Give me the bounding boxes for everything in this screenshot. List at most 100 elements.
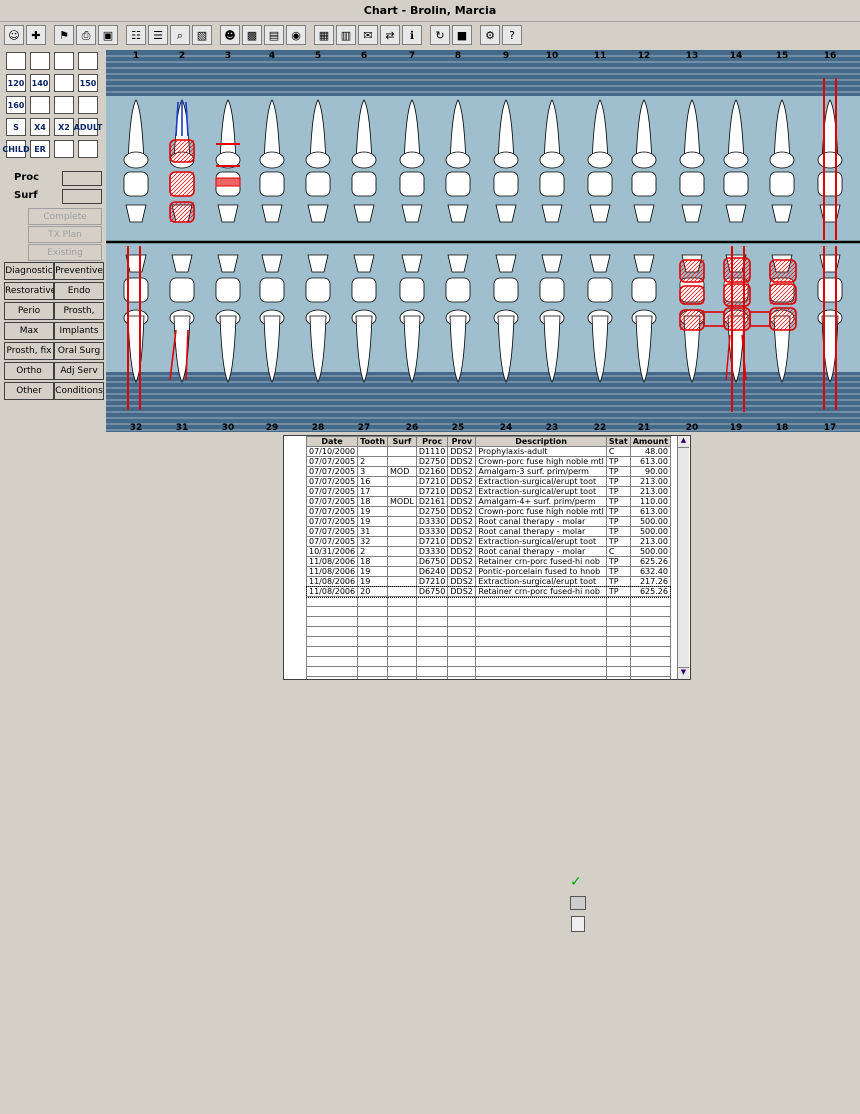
compare-icon[interactable]: ▥ bbox=[336, 25, 356, 45]
column-header-prov[interactable]: Prov bbox=[447, 436, 477, 447]
table-row[interactable]: 11/08/2006 19 D7210 DDS2 Extraction-surgical… bbox=[306, 576, 671, 587]
camera-icon[interactable]: ◉ bbox=[286, 25, 306, 45]
table-row[interactable] bbox=[306, 626, 671, 637]
trash-icon[interactable] bbox=[571, 916, 585, 932]
adult-icon[interactable]: ADULT bbox=[74, 118, 102, 136]
flag-icon[interactable]: ⚑ bbox=[54, 25, 74, 45]
table-row[interactable] bbox=[306, 676, 671, 679]
surf-field[interactable] bbox=[62, 189, 102, 204]
column-header-tooth[interactable]: Tooth bbox=[357, 436, 389, 447]
sealant-icon[interactable]: S bbox=[6, 118, 26, 136]
bridge-icon[interactable] bbox=[54, 52, 74, 70]
category-conditions-button[interactable]: Conditions bbox=[54, 382, 104, 400]
medical-alert-icon[interactable]: ✚ bbox=[26, 25, 46, 45]
tooth-icon[interactable] bbox=[54, 140, 74, 158]
tooth-number-13[interactable]: 13 bbox=[686, 51, 699, 61]
category-max-prosth-button[interactable]: Max Prosth bbox=[4, 322, 54, 353]
category-implants-button[interactable]: Implants bbox=[54, 322, 104, 340]
column-header-amount[interactable]: Amount bbox=[629, 436, 671, 447]
existing-button[interactable]: Existing bbox=[28, 244, 102, 261]
xray-icon[interactable] bbox=[54, 96, 74, 114]
tooth-number-14[interactable]: 14 bbox=[730, 51, 743, 61]
table-row[interactable] bbox=[306, 606, 671, 617]
tooth-number-26[interactable]: 26 bbox=[406, 423, 419, 432]
tooth-number-8[interactable]: 8 bbox=[455, 51, 461, 61]
tooth-number-6[interactable]: 6 bbox=[361, 51, 367, 61]
category-ortho-button[interactable]: Ortho bbox=[4, 362, 54, 380]
category-preventive-button[interactable]: Preventive bbox=[54, 262, 104, 280]
scrollbar[interactable]: ▲ ▼ bbox=[677, 436, 689, 679]
column-header-surf[interactable]: Surf bbox=[387, 436, 417, 447]
refresh-icon[interactable]: ↻ bbox=[430, 25, 450, 45]
tooth-number-4[interactable]: 4 bbox=[269, 51, 275, 61]
table-row[interactable]: 07/07/2005 3 MOD D2160 DDS2 Amalgam-3 surf. p… bbox=[306, 466, 671, 477]
tooth-number-2[interactable]: 2 bbox=[179, 51, 185, 61]
table-row[interactable]: 10/31/2006 2 D3330 DDS2 Root canal therapy -… bbox=[306, 546, 671, 557]
xray-icon[interactable] bbox=[78, 96, 98, 114]
tooth-chart[interactable]: 1 2 3 4 5 6 7 8 9 10 11 12 13 14 15 16 32 31 30 29 28 27 26 25 2… bbox=[106, 50, 860, 432]
implant-icon[interactable] bbox=[78, 52, 98, 70]
gear-icon[interactable]: ⚙ bbox=[480, 25, 500, 45]
tooth-icon[interactable] bbox=[54, 74, 74, 92]
checkmark-icon[interactable]: ✓ bbox=[570, 874, 586, 890]
video-icon[interactable]: ■ bbox=[452, 25, 472, 45]
tooth-140-icon[interactable]: 140 bbox=[30, 74, 50, 92]
tooth-number-32[interactable]: 32 bbox=[130, 423, 143, 432]
category-prosth-fix-button[interactable]: Prosth, fix bbox=[4, 342, 54, 360]
tooth-number-23[interactable]: 23 bbox=[546, 423, 559, 432]
tooth-number-5[interactable]: 5 bbox=[315, 51, 321, 61]
arch-icon[interactable] bbox=[78, 140, 98, 158]
table-row[interactable] bbox=[306, 656, 671, 667]
tooth-number-27[interactable]: 27 bbox=[358, 423, 371, 432]
table-row[interactable] bbox=[306, 596, 671, 607]
table-row[interactable] bbox=[306, 616, 671, 627]
table-row[interactable]: 07/07/2005 32 D7210 DDS2 Extraction-surgical… bbox=[306, 536, 671, 547]
bridge-icon[interactable] bbox=[6, 52, 26, 70]
tooth-number-22[interactable]: 22 bbox=[594, 423, 607, 432]
tooth-number-30[interactable]: 30 bbox=[222, 423, 235, 432]
tooth-number-17[interactable]: 17 bbox=[824, 423, 837, 432]
tooth-150-icon[interactable]: 150 bbox=[78, 74, 98, 92]
category-other-button[interactable]: Other bbox=[4, 382, 54, 400]
tooth-number-20[interactable]: 20 bbox=[686, 423, 699, 432]
scroll-down-icon[interactable]: ▼ bbox=[678, 667, 689, 679]
complete-button[interactable]: Complete bbox=[28, 208, 102, 225]
letter-icon[interactable]: ✉ bbox=[358, 25, 378, 45]
patient-icon[interactable]: ☺ bbox=[4, 25, 24, 45]
table-row[interactable]: 07/07/2005 17 D7210 DDS2 Extraction-surgical… bbox=[306, 486, 671, 497]
image-icon[interactable]: ▧ bbox=[192, 25, 212, 45]
er-icon[interactable]: ER bbox=[30, 140, 50, 158]
x2-icon[interactable]: X2 bbox=[54, 118, 74, 136]
tooth-number-24[interactable]: 24 bbox=[500, 423, 513, 432]
column-header-date[interactable]: Date bbox=[306, 436, 359, 447]
table-row[interactable] bbox=[306, 646, 671, 657]
table-row[interactable]: 07/07/2005 31 D3330 DDS2 Root canal therapy … bbox=[306, 526, 671, 537]
xray-icon[interactable]: ▩ bbox=[242, 25, 262, 45]
window-icon[interactable]: ▣ bbox=[98, 25, 118, 45]
print-icon[interactable]: ⎙ bbox=[76, 25, 96, 45]
tooth-number-9[interactable]: 9 bbox=[503, 51, 509, 61]
category-adj-serv-button[interactable]: Adj Serv bbox=[54, 362, 104, 380]
tooth-number-18[interactable]: 18 bbox=[776, 423, 789, 432]
scroll-up-icon[interactable]: ▲ bbox=[678, 436, 689, 448]
table-row[interactable]: 07/07/2005 16 D7210 DDS2 Extraction-surgical… bbox=[306, 476, 671, 487]
tooth-number-11[interactable]: 11 bbox=[594, 51, 607, 61]
tooth-number-28[interactable]: 28 bbox=[312, 423, 325, 432]
help-icon[interactable]: ? bbox=[502, 25, 522, 45]
table-row[interactable]: 11/08/2006 19 D6240 DDS2 Pontic-porcelain fu… bbox=[306, 566, 671, 577]
category-restorative-button[interactable]: Restorative bbox=[4, 282, 56, 300]
table-row[interactable]: 11/08/2006 20 D6750 DDS2 Retainer crn-porc f… bbox=[306, 585, 672, 598]
tooth-number-31[interactable]: 31 bbox=[176, 423, 189, 432]
teeth-icon[interactable]: ☷ bbox=[126, 25, 146, 45]
tooth-number-15[interactable]: 15 bbox=[776, 51, 789, 61]
bridge-icon[interactable] bbox=[30, 52, 50, 70]
tooth-number-1[interactable]: 1 bbox=[133, 51, 139, 61]
table-row[interactable]: 11/08/2006 18 D6750 DDS2 Retainer crn-porc f… bbox=[306, 556, 671, 567]
category-oral-surg-button[interactable]: Oral Surg bbox=[54, 342, 104, 360]
chart-icon[interactable]: ▦ bbox=[314, 25, 334, 45]
table-row[interactable]: 07/07/2005 19 D3330 DDS2 Root canal therapy … bbox=[306, 516, 671, 527]
txplan-button[interactable]: TX Plan bbox=[28, 226, 102, 243]
table-row[interactable]: 07/07/2005 18 MODL D2161 DDS2 Amalgam-4+ surf… bbox=[306, 496, 671, 507]
tooth-number-7[interactable]: 7 bbox=[409, 51, 415, 61]
table-row[interactable]: 07/07/2005 2 D2750 DDS2 Crown-porc fuse high… bbox=[306, 456, 671, 467]
